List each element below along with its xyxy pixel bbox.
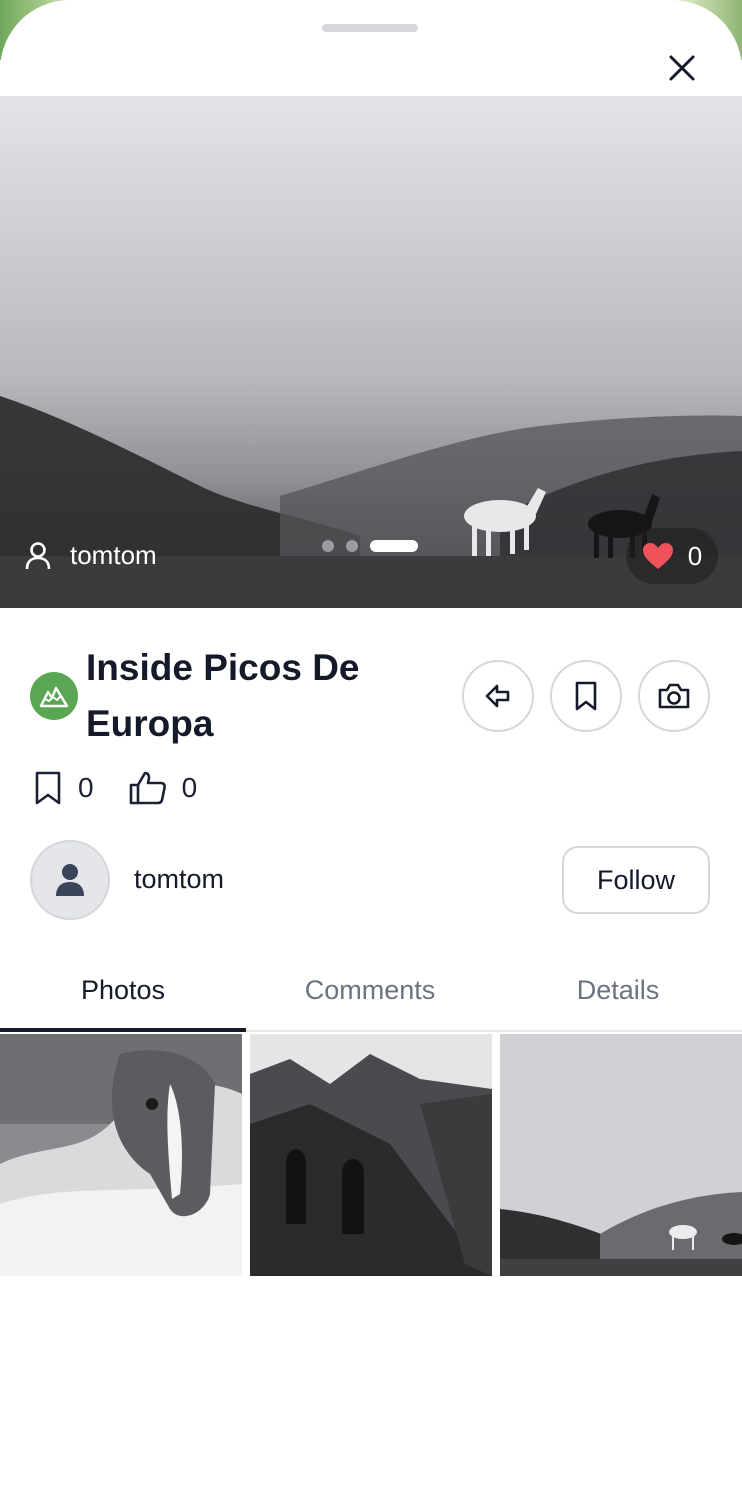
share-button[interactable] [462, 660, 534, 732]
hero-author-name: tomtom [70, 540, 157, 570]
carousel-dot[interactable] [346, 540, 358, 552]
route-stats: 0 0 [32, 770, 231, 806]
bookmark-stat[interactable]: 0 [32, 770, 94, 806]
author-name[interactable]: tomtom [134, 864, 224, 895]
mountain-icon [39, 686, 69, 708]
route-detail-sheet: tomtom 0 Inside Picos De Europa 0 0 tomt… [0, 0, 742, 1488]
bookmark-outline-icon [35, 771, 61, 805]
carousel-indicator [322, 540, 418, 552]
user-icon [25, 541, 51, 569]
horse-closeup-photo [0, 1034, 242, 1276]
tab-details[interactable]: Details [494, 950, 742, 1030]
photo-grid [0, 1034, 742, 1276]
hero-photo-carousel[interactable]: tomtom 0 [0, 96, 742, 608]
carousel-dot[interactable] [322, 540, 334, 552]
close-icon [669, 55, 695, 81]
stone-ruin-photo [250, 1034, 492, 1276]
bookmark-count: 0 [78, 772, 94, 803]
hero-photo [0, 96, 742, 608]
content-tabs: Photos Comments Details [0, 950, 742, 1032]
like-count: 0 [687, 540, 703, 571]
tab-comments[interactable]: Comments [246, 950, 494, 1030]
close-button[interactable] [660, 46, 704, 90]
thumbs-up-icon [129, 771, 166, 805]
tab-photos[interactable]: Photos [0, 950, 246, 1032]
hero-author[interactable]: tomtom [24, 540, 157, 571]
bookmark-icon [575, 681, 597, 711]
share-arrow-icon [485, 684, 510, 708]
photo-thumbnail[interactable] [500, 1034, 742, 1276]
person-icon [56, 864, 84, 896]
heart-icon [642, 543, 673, 569]
author-row: tomtom Follow [30, 840, 710, 920]
add-photo-button[interactable] [638, 660, 710, 732]
activity-badge [30, 672, 78, 720]
photo-thumbnail[interactable] [0, 1034, 242, 1276]
carousel-dot-active[interactable] [370, 540, 418, 552]
thumbs-up-count: 0 [181, 772, 198, 803]
photo-thumbnail[interactable] [250, 1034, 492, 1276]
save-button[interactable] [550, 660, 622, 732]
like-button[interactable]: 0 [626, 528, 718, 584]
follow-button[interactable]: Follow [562, 846, 710, 914]
horses-in-fog-photo [500, 1034, 742, 1276]
avatar[interactable] [30, 840, 110, 920]
sheet-drag-handle[interactable] [322, 24, 418, 32]
camera-icon [658, 683, 690, 709]
route-title: Inside Picos De Europa [86, 647, 360, 744]
thumbs-up-stat[interactable]: 0 [128, 770, 198, 806]
